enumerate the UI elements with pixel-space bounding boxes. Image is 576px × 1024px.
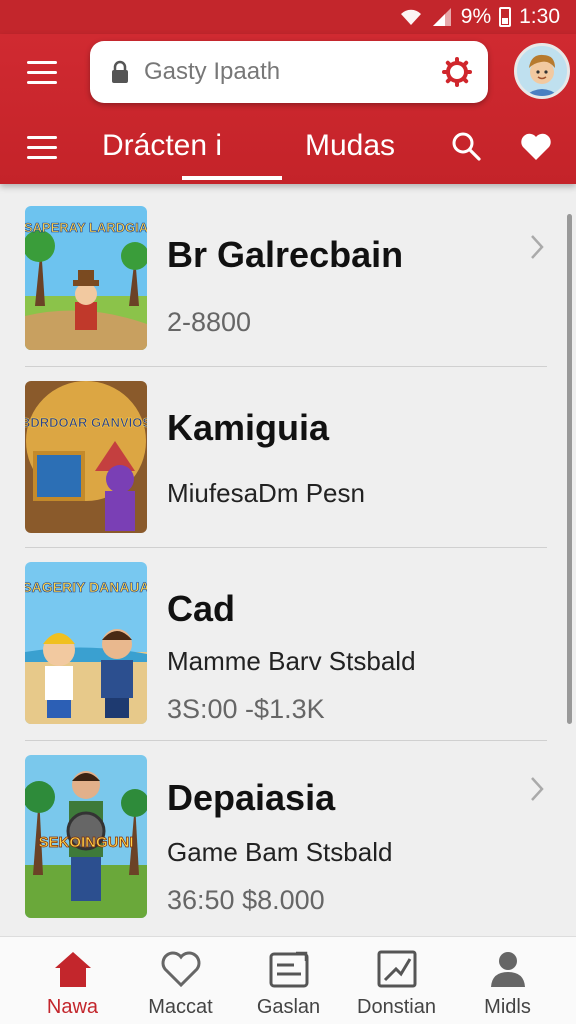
nav-item-favorites[interactable]: Maccat <box>123 937 238 1024</box>
game-thumbnail: SEKOINGUNI <box>25 755 147 918</box>
document-edit-icon <box>269 951 308 988</box>
nav-label: Nawa <box>46 996 99 1018</box>
signal-icon <box>432 8 451 26</box>
secondary-menu-icon[interactable] <box>27 136 57 160</box>
heart-icon[interactable] <box>520 132 552 162</box>
home-icon <box>54 952 91 987</box>
item-title: Cad <box>167 588 236 629</box>
thumbnail-title: SAGERIY DANAUA <box>25 579 147 595</box>
item-meta: 36:50 $8.000 <box>167 885 325 915</box>
chart-icon <box>377 950 416 988</box>
list-item[interactable]: BDRDOAR GANVIOS Kamiguia MiufesaDm Pesn <box>0 367 576 547</box>
item-subtitle: Game Bam Stsbald <box>167 837 393 867</box>
nav-item-stats[interactable]: Donstian <box>339 937 454 1024</box>
app-header: Gasty Ipaath Drácten i Mudas <box>0 34 576 184</box>
thumbnail-title: SAPERAY LARDGIA <box>25 220 147 235</box>
nav-label: Gaslan <box>256 996 321 1018</box>
avatar[interactable] <box>514 43 570 99</box>
game-thumbnail: SAGERIY DANAUA <box>25 562 147 724</box>
list-item[interactable]: SAPERAY LARDGIA Br Galrecbain 2-8800 <box>0 190 576 366</box>
item-meta: 3S:00 -$1.3K <box>167 694 325 724</box>
item-title: Depaiasia <box>167 777 336 818</box>
item-subtitle: MiufesaDm Pesn <box>167 478 365 508</box>
heart-outline-icon <box>161 951 200 988</box>
scrollbar[interactable] <box>567 214 572 724</box>
battery-icon <box>499 7 512 27</box>
game-thumbnail: SAPERAY LARDGIA <box>25 206 147 350</box>
tab-mudas[interactable]: Mudas <box>305 129 395 163</box>
thumbnail-title: SEKOINGUNI <box>38 834 133 851</box>
battery-percent: 9% <box>460 5 492 28</box>
thumbnail-title: BDRDOAR GANVIOS <box>25 415 147 430</box>
item-subtitle: Mamme Barv Stsbald <box>167 646 416 676</box>
wifi-icon <box>400 9 421 25</box>
item-title: Br Galrecbain <box>167 234 404 275</box>
nav-label: Midls <box>484 996 531 1018</box>
chevron-right-icon <box>531 777 544 801</box>
nav-item-home[interactable]: Nawa <box>15 937 130 1024</box>
status-bar: 9% 1:30 <box>0 0 576 34</box>
item-meta: 2-8800 <box>167 307 252 337</box>
nav-label: Maccat <box>148 996 213 1018</box>
status-time: 1:30 <box>519 5 560 28</box>
settings-icon[interactable] <box>442 57 472 87</box>
person-icon <box>490 952 525 987</box>
list-item[interactable]: SAGERIY DANAUA Cad Mamme Barv Stsbald 3S… <box>0 548 576 740</box>
nav-item-documents[interactable]: Gaslan <box>231 937 346 1024</box>
lock-icon <box>112 60 128 83</box>
menu-icon[interactable] <box>27 61 57 85</box>
nav-label: Donstian <box>357 996 436 1018</box>
tab-active-indicator <box>182 176 282 180</box>
nav-item-profile[interactable]: Midls <box>450 937 565 1024</box>
game-thumbnail: BDRDOAR GANVIOS <box>25 381 147 533</box>
item-title: Kamiguia <box>167 407 330 448</box>
bottom-nav: Nawa Maccat Gaslan Donstian Midls <box>0 936 576 1024</box>
search-value: Gasty Ipaath <box>144 58 281 85</box>
list-item[interactable]: SEKOINGUNI Depaiasia Game Bam Stsbald 36… <box>0 741 576 936</box>
chevron-right-icon <box>531 235 544 259</box>
search-input[interactable]: Gasty Ipaath <box>90 41 488 103</box>
search-icon[interactable] <box>450 130 482 162</box>
tab-dracten[interactable]: Drácten i <box>102 129 222 163</box>
